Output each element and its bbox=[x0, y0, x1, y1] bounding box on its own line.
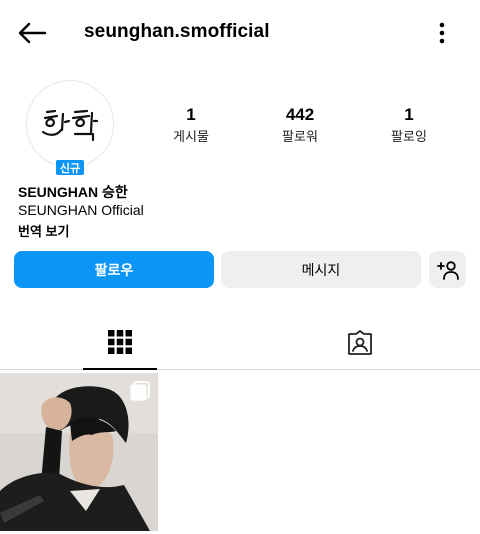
handwritten-logo bbox=[41, 109, 99, 142]
followers-stat[interactable]: 442 팔로워 bbox=[250, 104, 350, 146]
arrow-left-icon bbox=[18, 22, 47, 44]
more-vertical-icon bbox=[439, 22, 445, 44]
new-badge: 신규 bbox=[54, 158, 86, 177]
profile-tabs bbox=[0, 316, 480, 370]
profile-bio: SEUNGHAN Official bbox=[18, 202, 144, 218]
tab-posts-grid[interactable] bbox=[83, 316, 157, 370]
profile-username: seunghan.smofficial bbox=[84, 21, 270, 42]
more-options-button[interactable] bbox=[428, 18, 456, 48]
add-user-button[interactable] bbox=[429, 251, 466, 288]
tab-tagged[interactable] bbox=[323, 316, 397, 370]
tagged-user-icon bbox=[348, 330, 372, 355]
posts-stat[interactable]: 1 게시물 bbox=[141, 104, 241, 146]
posts-count: 1 bbox=[186, 105, 196, 124]
following-label: 팔로잉 bbox=[391, 129, 427, 144]
person-add-icon bbox=[436, 260, 459, 280]
profile-avatar-wrapper[interactable]: 신규 bbox=[26, 80, 114, 177]
posts-label: 게시물 bbox=[173, 129, 209, 144]
translate-link[interactable]: 번역 보기 bbox=[18, 221, 69, 240]
follow-button[interactable]: 팔로우 bbox=[14, 251, 214, 288]
top-bar: seunghan.smofficial bbox=[0, 0, 480, 66]
grid-icon bbox=[108, 330, 132, 354]
post-thumbnail[interactable] bbox=[0, 373, 158, 531]
avatar[interactable] bbox=[26, 80, 114, 168]
back-button[interactable] bbox=[14, 18, 50, 48]
following-stat[interactable]: 1 팔로잉 bbox=[359, 104, 459, 146]
following-count: 1 bbox=[404, 105, 414, 124]
profile-display-name: SEUNGHAN 승한 bbox=[18, 184, 128, 200]
followers-count: 442 bbox=[285, 105, 315, 124]
message-button[interactable]: 메시지 bbox=[221, 251, 421, 288]
multiple-photos-icon bbox=[130, 381, 150, 401]
followers-label: 팔로워 bbox=[282, 129, 318, 144]
